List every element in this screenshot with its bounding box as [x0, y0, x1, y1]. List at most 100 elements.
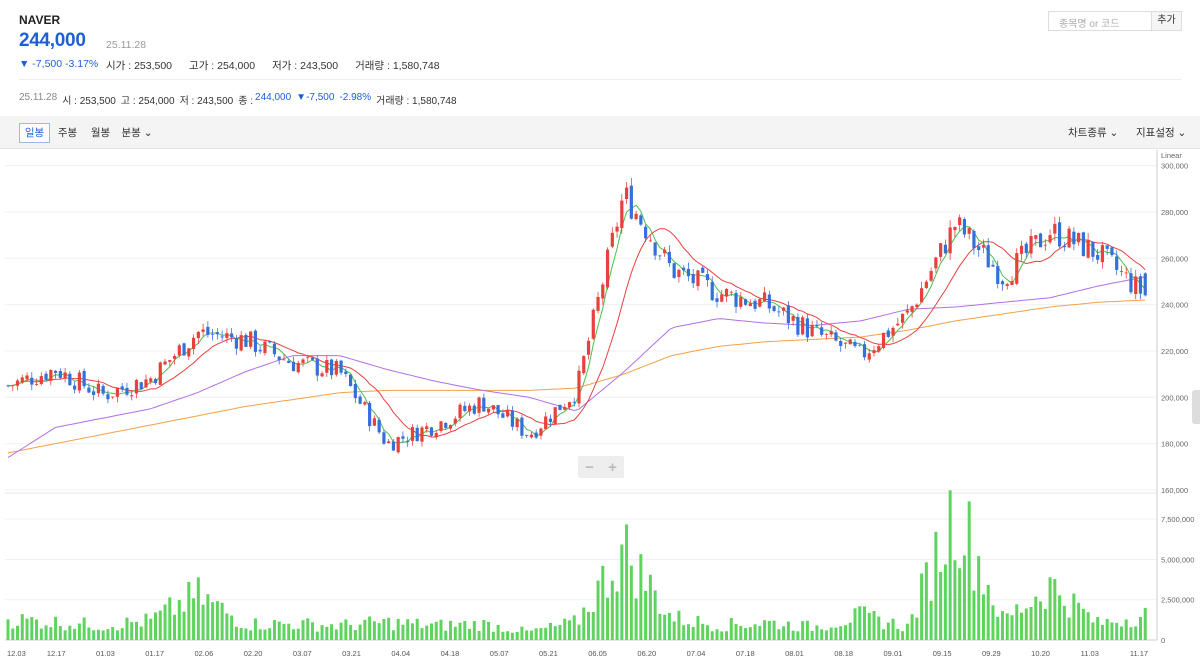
- volume-bar: [434, 621, 438, 640]
- candle: [387, 441, 391, 444]
- candle: [1091, 241, 1095, 257]
- volume-bar: [1138, 616, 1142, 640]
- volume-bar: [981, 594, 985, 640]
- indicator-settings-dropdown[interactable]: 지표설정 ⌄: [1136, 125, 1186, 140]
- candle: [287, 360, 291, 363]
- candle: [867, 353, 871, 360]
- divider: [19, 79, 1182, 80]
- volume-bar: [648, 574, 652, 640]
- volume-bar: [401, 624, 405, 640]
- volume-bar: [1096, 617, 1100, 640]
- candle: [743, 299, 748, 305]
- candle: [839, 340, 843, 346]
- volume-bar: [339, 622, 343, 640]
- volume-bar: [696, 616, 700, 640]
- volume-bar: [1119, 626, 1123, 640]
- volume-bar: [387, 617, 391, 640]
- volume-tick-label: 7,500,000: [1161, 515, 1194, 524]
- volume-bar: [1110, 622, 1114, 640]
- volume-bar: [810, 630, 814, 640]
- volume-bar: [563, 618, 567, 640]
- candle: [215, 332, 219, 335]
- add-button[interactable]: 추가: [1152, 11, 1182, 31]
- time-tick-label: 08.01: [785, 649, 804, 658]
- volume-bar: [410, 623, 414, 640]
- candle: [101, 385, 105, 394]
- volume-bar: [867, 612, 871, 640]
- zoom-out-button[interactable]: −: [585, 459, 594, 476]
- price-tick-label: 220,000: [1161, 347, 1188, 356]
- candle: [853, 341, 857, 347]
- tab-monthly[interactable]: 월봉: [85, 123, 116, 143]
- volume-bar: [610, 580, 614, 640]
- tab-daily[interactable]: 일봉: [19, 123, 50, 143]
- volume-bar: [25, 618, 29, 640]
- volume-bar: [1058, 595, 1062, 640]
- candle: [296, 362, 300, 373]
- candle: [506, 410, 510, 417]
- chart-type-dropdown[interactable]: 차트종류 ⌄: [1068, 125, 1118, 140]
- candle: [915, 304, 919, 308]
- volume-bar: [548, 622, 552, 640]
- candle: [339, 360, 343, 373]
- candle: [734, 292, 738, 307]
- candle: [415, 427, 419, 442]
- candle: [344, 371, 348, 375]
- candle: [201, 329, 205, 332]
- volume-bar: [729, 618, 733, 640]
- candle: [801, 317, 805, 335]
- candle: [63, 372, 67, 379]
- volume-bar: [872, 611, 876, 640]
- volume-bar: [1015, 604, 1019, 640]
- candle: [448, 424, 453, 429]
- candle: [1005, 284, 1009, 286]
- stat-high: 고가 : 254,000: [189, 60, 256, 72]
- candle: [396, 437, 400, 453]
- candle: [1015, 253, 1019, 284]
- candle: [106, 394, 110, 400]
- time-tick-label: 05.21: [539, 649, 558, 658]
- volume-bar: [534, 628, 538, 640]
- volume-bar: [1077, 602, 1081, 640]
- candle: [263, 341, 267, 353]
- candle: [472, 405, 476, 414]
- search-input[interactable]: 종목명 or 코드: [1048, 11, 1152, 31]
- volume-bar: [16, 625, 20, 640]
- volume-bar: [839, 626, 843, 640]
- volume-bar: [92, 630, 96, 640]
- candle: [334, 360, 338, 375]
- tab-weekly[interactable]: 주봉: [52, 123, 83, 143]
- tab-minute[interactable]: 분봉 ⌄: [118, 123, 156, 143]
- candle: [320, 373, 324, 377]
- volume-bar: [35, 619, 39, 640]
- volume-bar: [663, 614, 667, 640]
- volume-bar: [929, 600, 933, 640]
- volume-bar: [477, 630, 481, 640]
- volume-bar: [577, 624, 581, 640]
- candle: [306, 356, 310, 358]
- volume-bar: [6, 619, 10, 640]
- scale-label: Linear: [1161, 151, 1182, 160]
- volume-bar: [924, 562, 928, 640]
- volume-bar: [725, 631, 729, 640]
- candle: [943, 244, 947, 254]
- stock-name: NAVER: [19, 13, 61, 27]
- candle: [358, 396, 362, 404]
- candle: [905, 310, 909, 313]
- candle: [149, 378, 153, 382]
- candle: [1115, 256, 1119, 270]
- stock-chart[interactable]: Linear 300,000 280,000 260,000 240,000 220,00…: [0, 150, 1200, 661]
- volume-bar: [791, 630, 795, 640]
- volume-bar: [634, 598, 638, 640]
- candle: [49, 370, 53, 381]
- candle: [239, 335, 243, 351]
- candle: [491, 405, 495, 410]
- side-panel-toggle[interactable]: [1192, 390, 1200, 424]
- candle: [1067, 228, 1071, 248]
- volume-bar: [939, 572, 943, 640]
- volume-bar: [182, 611, 186, 640]
- volume-bar: [896, 628, 900, 640]
- volume-bar: [615, 591, 619, 640]
- zoom-in-button[interactable]: +: [608, 459, 617, 476]
- volume-bar: [73, 628, 77, 640]
